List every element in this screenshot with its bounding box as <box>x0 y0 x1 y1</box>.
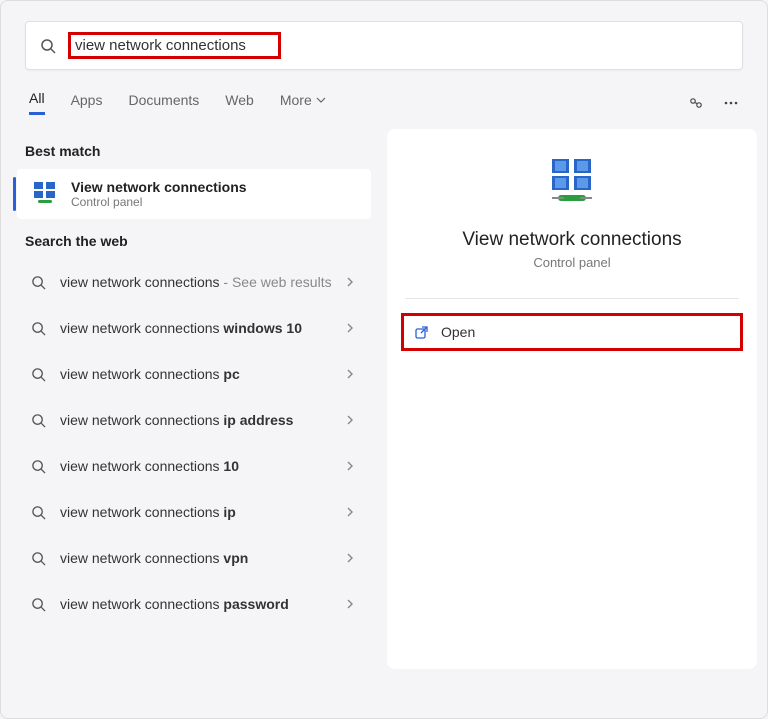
left-pane: Best match View network connections Cont… <box>11 129 377 669</box>
chevron-right-icon <box>345 276 355 288</box>
chevron-right-icon <box>345 506 355 518</box>
web-result-item[interactable]: view network connections password <box>17 581 371 627</box>
web-results-list: view network connections - See web resul… <box>11 259 377 627</box>
web-result-text: view network connections password <box>60 595 345 614</box>
search-icon <box>31 321 46 336</box>
tab-more[interactable]: More <box>280 92 326 114</box>
tab-documents[interactable]: Documents <box>128 92 199 114</box>
web-result-item[interactable]: view network connections - See web resul… <box>17 259 371 305</box>
web-result-item[interactable]: view network connections 10 <box>17 443 371 489</box>
section-best-match: Best match <box>11 129 377 169</box>
search-icon <box>31 275 46 290</box>
tab-apps[interactable]: Apps <box>71 92 103 114</box>
search-icon <box>31 551 46 566</box>
web-result-text: view network connections windows 10 <box>60 319 345 338</box>
web-result-text: view network connections ip address <box>60 411 345 430</box>
web-result-text: view network connections vpn <box>60 549 345 568</box>
search-icon <box>31 413 46 428</box>
detail-pane: View network connections Control panel O… <box>387 129 757 669</box>
tabs-row: All Apps Documents Web More <box>1 80 767 123</box>
link-icon[interactable] <box>687 94 705 112</box>
chevron-down-icon <box>316 95 326 105</box>
web-result-item[interactable]: view network connections windows 10 <box>17 305 371 351</box>
search-bar[interactable] <box>25 21 743 70</box>
search-input[interactable] <box>75 37 274 54</box>
web-result-item[interactable]: view network connections ip <box>17 489 371 535</box>
web-result-text: view network connections pc <box>60 365 345 384</box>
open-label: Open <box>441 324 475 340</box>
tab-all[interactable]: All <box>29 90 45 115</box>
search-icon <box>31 459 46 474</box>
open-external-icon <box>414 325 429 340</box>
chevron-right-icon <box>345 322 355 334</box>
web-result-text: view network connections - See web resul… <box>60 273 345 292</box>
web-result-item[interactable]: view network connections vpn <box>17 535 371 581</box>
highlight-search-query <box>68 32 281 59</box>
network-connections-icon-large <box>544 155 600 211</box>
more-options-icon[interactable] <box>723 95 739 111</box>
search-icon <box>31 597 46 612</box>
detail-title: View network connections <box>405 229 739 251</box>
section-search-web: Search the web <box>11 219 377 259</box>
detail-subtitle: Control panel <box>405 255 739 270</box>
best-match-indicator <box>13 177 16 211</box>
tab-web[interactable]: Web <box>225 92 254 114</box>
web-result-text: view network connections 10 <box>60 457 345 476</box>
search-icon <box>40 38 56 54</box>
chevron-right-icon <box>345 460 355 472</box>
search-icon <box>31 367 46 382</box>
chevron-right-icon <box>345 552 355 564</box>
open-button[interactable]: Open <box>401 313 743 351</box>
chevron-right-icon <box>345 414 355 426</box>
web-result-item[interactable]: view network connections ip address <box>17 397 371 443</box>
divider <box>405 298 739 299</box>
search-icon <box>31 505 46 520</box>
best-match-title: View network connections <box>71 179 247 195</box>
network-connections-icon <box>31 180 59 208</box>
tab-more-label: More <box>280 92 312 108</box>
best-match-subtitle: Control panel <box>71 195 247 209</box>
content-area: Best match View network connections Cont… <box>1 123 767 669</box>
best-match-item[interactable]: View network connections Control panel <box>17 169 371 219</box>
chevron-right-icon <box>345 598 355 610</box>
web-result-item[interactable]: view network connections pc <box>17 351 371 397</box>
chevron-right-icon <box>345 368 355 380</box>
web-result-text: view network connections ip <box>60 503 345 522</box>
